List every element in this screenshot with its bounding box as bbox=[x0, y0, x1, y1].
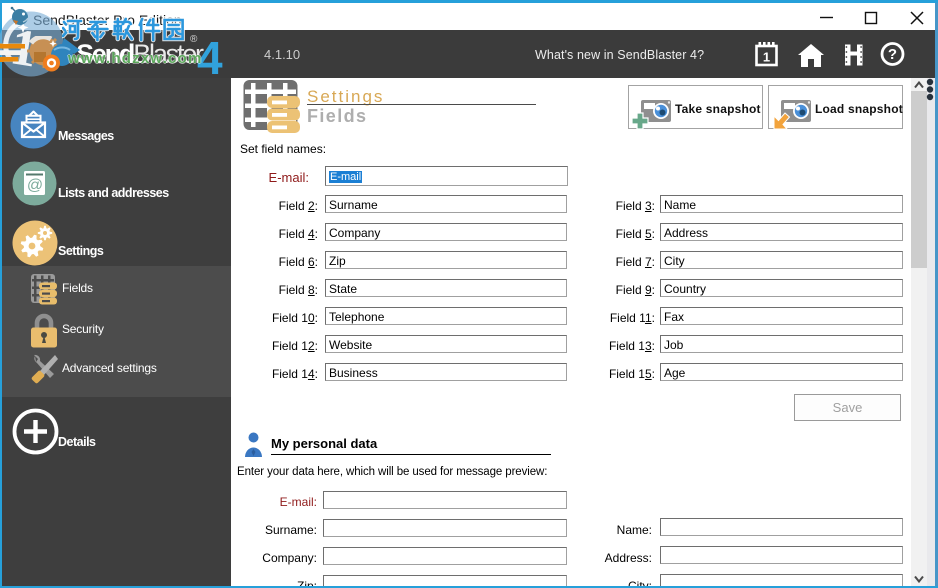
svg-text:?: ? bbox=[888, 46, 897, 63]
svg-text:1: 1 bbox=[763, 50, 770, 65]
svg-text:@: @ bbox=[27, 177, 43, 194]
